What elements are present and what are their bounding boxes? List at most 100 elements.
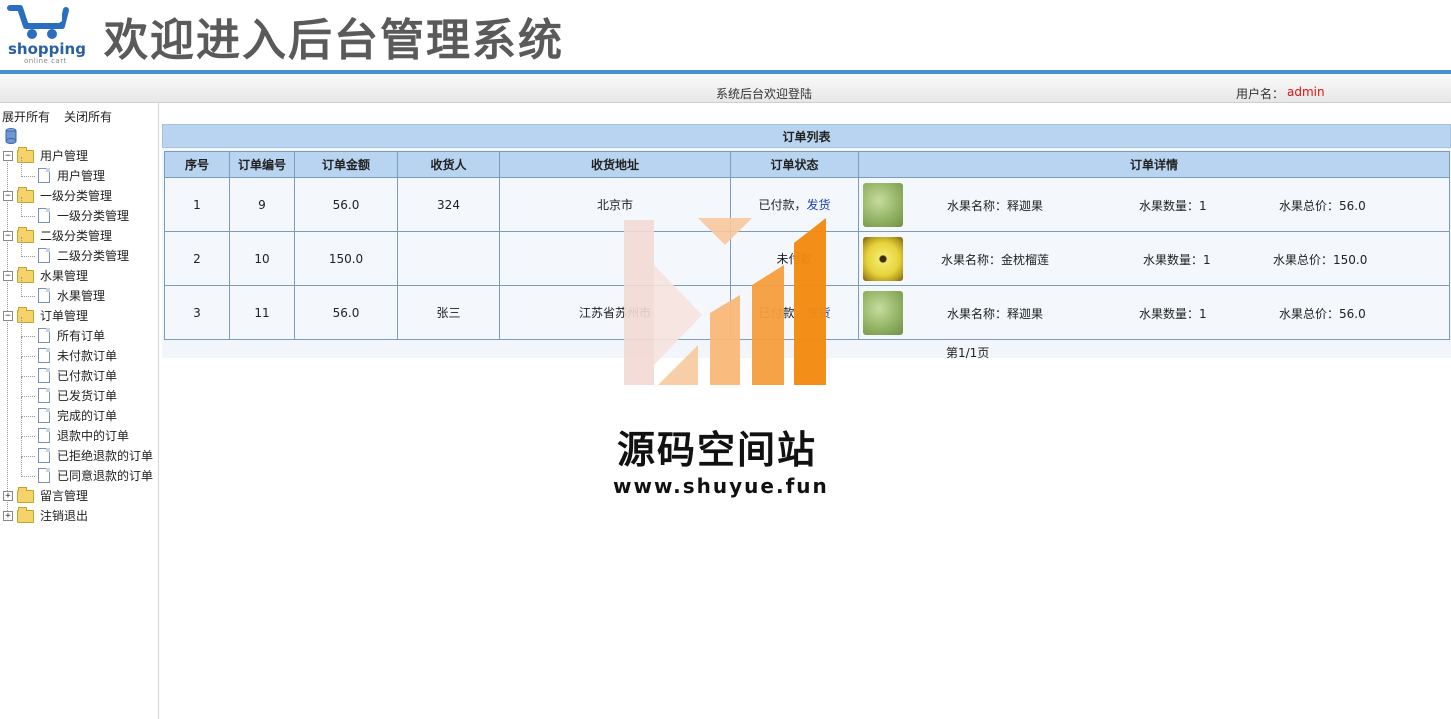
page-icon <box>38 248 50 263</box>
ship-link[interactable]: 发货 <box>807 198 831 212</box>
tree-line <box>21 457 22 477</box>
sidebar-group-0[interactable]: − 用户管理 <box>3 147 153 165</box>
sidebar-item[interactable]: 未付款订单 <box>38 347 158 365</box>
cell-amount: 56.0 <box>294 177 398 232</box>
cell-detail: 水果名称：金枕榴莲 水果数量：1 水果总价：150.0 <box>858 231 1450 286</box>
expand-toggle-icon[interactable]: + <box>3 511 13 521</box>
sidebar-group-5[interactable]: + 留言管理 <box>3 487 153 505</box>
sidebar-tree: 展开所有 关闭所有 − 用户管理 用户管理 − 一级分类管理 一级分类管理 − 二级分类管理二… <box>0 103 159 719</box>
sidebar-group-4[interactable]: − 订单管理 <box>3 307 153 325</box>
detail-fruit-total: 水果总价：56.0 <box>1279 199 1366 213</box>
page-icon <box>38 448 50 463</box>
sidebar-item[interactable]: 已付款订单 <box>38 367 158 385</box>
folder-icon <box>17 187 34 203</box>
column-header-order-no: 订单编号 <box>229 151 295 178</box>
fruit-thumbnail-image <box>863 291 903 335</box>
sidebar-group-3[interactable]: − 水果管理 <box>3 267 153 285</box>
tree-line <box>21 356 35 357</box>
expand-all-link[interactable]: 展开所有 <box>2 108 50 125</box>
tree-line <box>21 337 22 357</box>
sidebar-group-label: 订单管理 <box>40 309 89 323</box>
cell-status: 已付款，发货 <box>730 285 859 340</box>
sidebar-item[interactable]: 用户管理 <box>38 167 158 185</box>
close-all-link[interactable]: 关闭所有 <box>64 108 112 125</box>
page-icon <box>38 288 50 303</box>
column-header-status: 订单状态 <box>730 151 859 178</box>
table-row: 1 9 56.0 324 北京市 已付款，发货 水果名称：释迦果 水果数量：1 … <box>164 177 1450 232</box>
sidebar-group-label: 水果管理 <box>40 269 89 283</box>
collapse-toggle-icon[interactable]: − <box>3 231 13 241</box>
status-text: 已付款， <box>758 198 807 212</box>
detail-fruit-total: 水果总价：150.0 <box>1273 253 1368 267</box>
tree-line <box>21 197 22 217</box>
sidebar-group-2[interactable]: − 二级分类管理 <box>3 227 153 245</box>
page-icon <box>38 168 50 183</box>
detail-fruit-qty: 水果数量：1 <box>1139 307 1207 321</box>
page-icon <box>38 328 50 343</box>
collapse-toggle-icon[interactable]: − <box>3 271 13 281</box>
tree-line <box>21 176 35 177</box>
tree-line <box>21 456 35 457</box>
sidebar-group-label: 用户管理 <box>40 149 89 163</box>
ship-link[interactable]: 发货 <box>807 306 831 320</box>
sidebar-item[interactable]: 一级分类管理 <box>38 207 158 225</box>
page-icon <box>38 468 50 483</box>
main-content: 订单列表 序号 订单编号 订单金额 收货人 收货地址 订单状态 订单详情 1 9… <box>160 103 1451 719</box>
column-header-amount: 订单金额 <box>294 151 398 178</box>
folder-icon <box>17 487 34 503</box>
sidebar-item-label: 完成的订单 <box>57 409 118 423</box>
tree-line <box>21 436 35 437</box>
tree-line <box>21 377 22 397</box>
cell-status: 未付款 <box>730 231 859 286</box>
tree-line <box>21 376 35 377</box>
welcome-text: 系统后台欢迎登陆 <box>716 87 813 101</box>
sidebar-group-6[interactable]: + 注销退出 <box>3 507 153 525</box>
sidebar-item[interactable]: 二级分类管理 <box>38 247 158 265</box>
cell-index: 1 <box>164 177 230 232</box>
collapse-toggle-icon[interactable]: − <box>3 311 13 321</box>
folder-icon <box>17 307 34 323</box>
sidebar-item-label: 用户管理 <box>57 169 106 183</box>
sidebar-item[interactable]: 已拒绝退款的订单 <box>38 447 158 465</box>
sidebar-item[interactable]: 完成的订单 <box>38 407 158 425</box>
sidebar-item[interactable]: 水果管理 <box>38 287 158 305</box>
fruit-thumbnail-image <box>863 183 903 227</box>
cell-order-no: 9 <box>229 177 295 232</box>
sidebar-item-label: 一级分类管理 <box>57 209 130 223</box>
detail-fruit-qty: 水果数量：1 <box>1139 199 1207 213</box>
sidebar-item-label: 已同意退款的订单 <box>57 469 154 483</box>
column-header-address: 收货地址 <box>499 151 731 178</box>
sidebar-item[interactable]: 所有订单 <box>38 327 158 345</box>
sidebar-item[interactable]: 已同意退款的订单 <box>38 467 158 485</box>
tree-line <box>21 416 35 417</box>
username-label: 用户名： <box>1236 87 1285 101</box>
cell-receiver <box>397 231 500 286</box>
fruit-thumbnail-image <box>863 237 903 281</box>
cell-receiver: 张三 <box>397 285 500 340</box>
cell-detail: 水果名称：释迦果 水果数量：1 水果总价：56.0 <box>858 285 1450 340</box>
header: shopping online cart 欢迎进入后台管理系统 <box>0 0 1451 70</box>
sidebar-item-label: 已付款订单 <box>57 369 118 383</box>
sidebar-item[interactable]: 退款中的订单 <box>38 427 158 445</box>
table-row: 3 11 56.0 张三 江苏省苏州市 已付款，发货 水果名称：释迦果 水果数量… <box>164 285 1450 340</box>
cell-address: 北京市 <box>499 177 731 232</box>
tree-line <box>21 396 35 397</box>
cell-address: 江苏省苏州市 <box>499 285 731 340</box>
expand-toggle-icon[interactable]: + <box>3 491 13 501</box>
collapse-toggle-icon[interactable]: − <box>3 151 13 161</box>
detail-fruit-name: 水果名称：释迦果 <box>947 199 1044 213</box>
cell-receiver: 324 <box>397 177 500 232</box>
folder-icon <box>17 507 34 523</box>
cell-order-no: 10 <box>229 231 295 286</box>
column-header-receiver: 收货人 <box>397 151 500 178</box>
orders-table: 序号 订单编号 订单金额 收货人 收货地址 订单状态 订单详情 1 9 56.0… <box>164 151 1450 340</box>
tree-line <box>21 437 22 457</box>
sidebar-group-1[interactable]: − 一级分类管理 <box>3 187 153 205</box>
sidebar-item-label: 未付款订单 <box>57 349 118 363</box>
page-title: 欢迎进入后台管理系统 <box>104 15 564 66</box>
detail-fruit-total: 水果总价：56.0 <box>1279 307 1366 321</box>
collapse-toggle-icon[interactable]: − <box>3 191 13 201</box>
cell-address <box>499 231 731 286</box>
page-icon <box>38 428 50 443</box>
sidebar-item[interactable]: 已发货订单 <box>38 387 158 405</box>
